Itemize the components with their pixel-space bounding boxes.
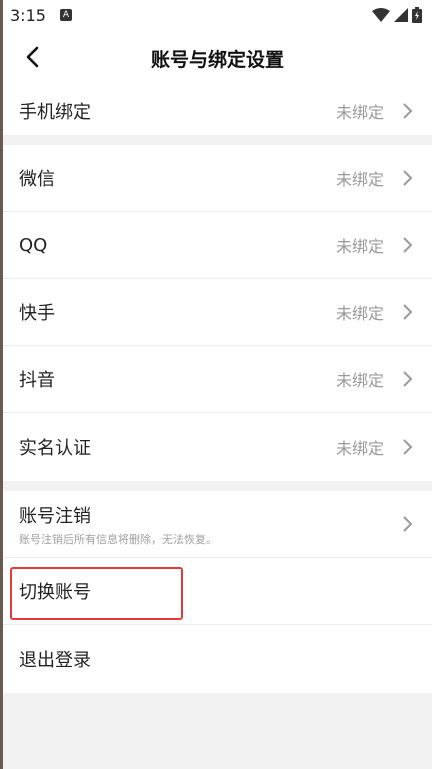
- list-item-label: 实名认证: [19, 437, 91, 459]
- cancel-account-text: 账号注销 账号注销后所有信息将删除，无法恢复。: [19, 502, 217, 547]
- list-item-kuaishou[interactable]: 快手 未绑定: [3, 279, 432, 346]
- chevron-right-icon: [403, 516, 413, 532]
- phone-binding-section: 手机绑定 未绑定: [3, 86, 432, 135]
- list-item-label: 切换账号: [19, 582, 91, 603]
- list-item-real-name[interactable]: 实名认证 未绑定: [3, 413, 432, 480]
- list-item-label: 账号注销: [19, 505, 91, 527]
- list-item-phone[interactable]: 手机绑定 未绑定: [3, 86, 432, 135]
- list-item-label: 退出登录: [19, 649, 91, 671]
- status-time: 3:15: [10, 5, 46, 25]
- list-item-qq[interactable]: QQ 未绑定: [3, 212, 432, 279]
- list-item-label: 抖音: [19, 370, 55, 391]
- section-divider: [3, 135, 432, 145]
- status-icons: [372, 7, 422, 23]
- list-item-status: 未绑定: [335, 371, 384, 390]
- page-title: 账号与绑定设置: [150, 48, 284, 71]
- back-arrow-icon[interactable]: [21, 44, 47, 70]
- list-item-label: 微信: [19, 169, 55, 190]
- list-item-status: 未绑定: [335, 237, 384, 256]
- list-item-label: 手机绑定: [19, 101, 91, 123]
- list-item-label: 快手: [19, 303, 55, 324]
- list-item-status: 未绑定: [335, 102, 384, 122]
- section-divider: [3, 481, 432, 491]
- list-item-status: 未绑定: [335, 170, 384, 189]
- notification-icon: A: [59, 9, 72, 21]
- chevron-right-icon: [403, 102, 413, 119]
- battery-icon: [412, 7, 422, 23]
- switch-account-button[interactable]: 切换账号: [3, 558, 432, 625]
- list-item-status: 未绑定: [335, 304, 384, 323]
- signal-icon: [394, 8, 408, 22]
- bindings-section: 微信 未绑定 QQ 未绑定 快手 未绑定 抖音 未绑定 实名认证 未绑定: [3, 145, 432, 480]
- list-item-wechat[interactable]: 微信 未绑定: [3, 145, 432, 212]
- list-item-label: QQ: [19, 234, 48, 256]
- cancel-account-hint: 账号注销后所有信息将删除，无法恢复。: [19, 532, 217, 546]
- chevron-right-icon: [403, 371, 413, 387]
- chevron-right-icon: [403, 237, 413, 253]
- app-header: 账号与绑定设置: [3, 30, 432, 86]
- wifi-icon: [372, 8, 390, 22]
- account-section: 账号注销 账号注销后所有信息将删除，无法恢复。 切换账号 退出登录: [3, 491, 432, 692]
- status-bar: 3:15 A: [0, 0, 432, 30]
- logout-button[interactable]: 退出登录: [3, 625, 432, 692]
- list-item-status: 未绑定: [335, 438, 384, 458]
- chevron-right-icon: [403, 438, 413, 455]
- list-item-cancel-account[interactable]: 账号注销 账号注销后所有信息将删除，无法恢复。: [3, 491, 432, 558]
- list-item-douyin[interactable]: 抖音 未绑定: [3, 346, 432, 413]
- chevron-right-icon: [403, 304, 413, 320]
- page-background: [3, 693, 432, 769]
- chevron-right-icon: [403, 170, 413, 186]
